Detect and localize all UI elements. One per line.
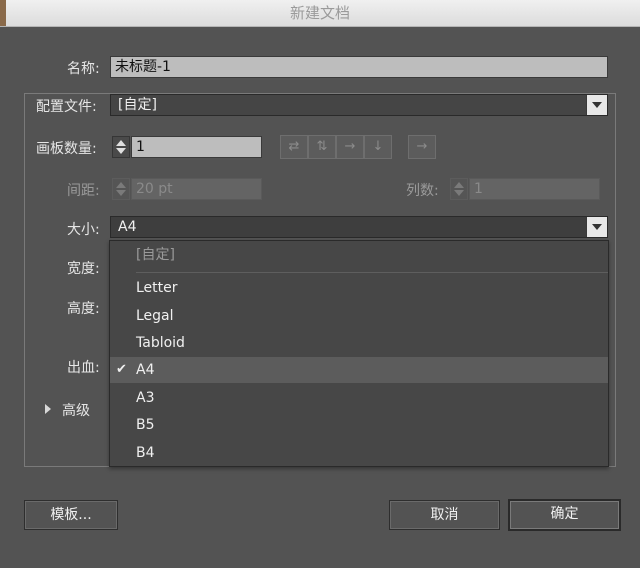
artboards-label: 画板数量:	[36, 141, 97, 157]
menu-item-tabloid[interactable]: Tabloid	[110, 330, 608, 356]
advanced-label[interactable]: 高级	[62, 400, 90, 420]
menu-item-custom: [自定]	[136, 247, 175, 263]
height-label: 高度:	[67, 301, 100, 317]
title-bar-corner	[0, 0, 6, 26]
menu-item-b4[interactable]: B4	[110, 440, 608, 466]
stepper-down-icon	[454, 190, 464, 196]
grid-by-column-icon[interactable]: ⇅	[308, 135, 336, 159]
size-dropdown[interactable]: A4	[110, 216, 608, 238]
arrange-by-row-icon[interactable]: →	[336, 135, 364, 159]
window-title: 新建文档	[289, 4, 350, 22]
menu-item-b5[interactable]: B5	[110, 412, 608, 438]
size-value: A4	[118, 219, 137, 235]
columns-label: 列数:	[406, 183, 439, 199]
stepper-down-icon	[116, 190, 126, 196]
stepper-up-icon[interactable]	[116, 140, 126, 146]
chevron-down-icon[interactable]	[586, 217, 607, 237]
name-input[interactable]: 未标题-1	[110, 56, 608, 78]
right-to-left-icon[interactable]: →	[408, 135, 436, 159]
templates-button[interactable]: 模板...	[24, 500, 118, 530]
spacing-input: 20 pt	[131, 178, 262, 200]
menu-item-legal[interactable]: Legal	[110, 303, 608, 329]
columns-stepper	[450, 178, 468, 200]
width-label: 宽度:	[67, 261, 100, 277]
size-menu: [自定] Letter Legal Tabloid ✔ A4 A3 B5 B4	[109, 240, 609, 467]
name-label: 名称:	[67, 61, 100, 77]
menu-item-letter[interactable]: Letter	[110, 275, 608, 301]
menu-item-a4-label: A4	[136, 362, 155, 378]
menu-item-a4[interactable]: ✔ A4	[110, 357, 608, 383]
artboards-stepper[interactable]	[112, 136, 130, 158]
disclosure-triangle-icon[interactable]	[45, 404, 51, 414]
stepper-up-icon	[116, 182, 126, 188]
checkmark-icon: ✔	[116, 362, 127, 377]
size-label: 大小:	[67, 222, 100, 238]
spacing-stepper	[112, 178, 130, 200]
arrange-by-column-icon[interactable]: ↓	[364, 135, 392, 159]
menu-separator	[136, 272, 608, 273]
cancel-button[interactable]: 取消	[389, 500, 500, 530]
grid-by-row-icon[interactable]: ⇄	[280, 135, 308, 159]
stepper-down-icon[interactable]	[116, 148, 126, 154]
stepper-up-icon	[454, 182, 464, 188]
ok-button[interactable]: 确定	[508, 499, 621, 531]
menu-item-a3[interactable]: A3	[110, 385, 608, 411]
bleed-label: 出血:	[67, 360, 100, 376]
title-bar: 新建文档	[0, 0, 640, 27]
columns-input: 1	[469, 178, 600, 200]
artboards-input[interactable]: 1	[131, 136, 262, 158]
spacing-label: 间距:	[67, 183, 100, 199]
